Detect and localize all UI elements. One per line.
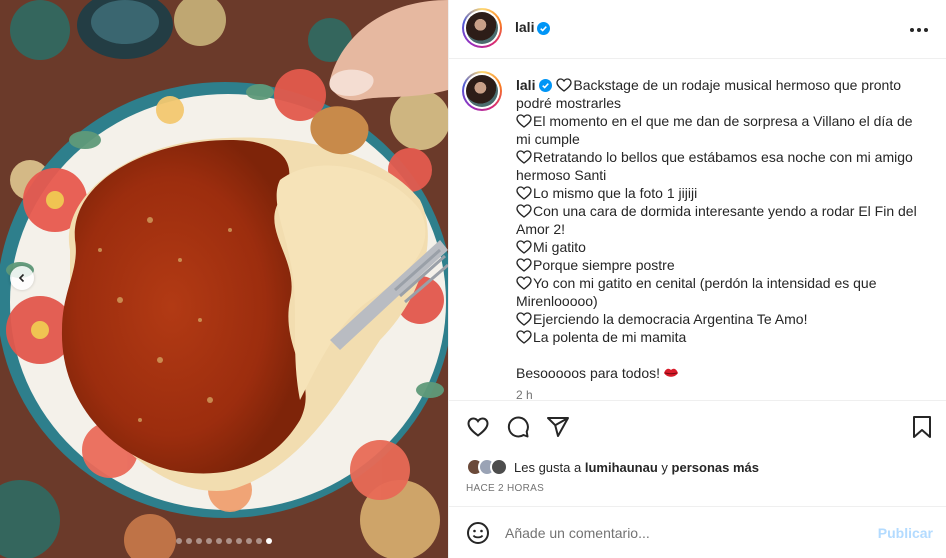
heart-emoji-icon: [556, 78, 573, 92]
caption-area: lali Backstage de un rodaje musical herm…: [449, 59, 946, 399]
first-liker-link[interactable]: lumihaunau: [585, 460, 658, 475]
carousel-dot: [266, 538, 272, 544]
caption-line: Con una cara de dormida interesante yend…: [516, 203, 917, 237]
username[interactable]: lali: [515, 19, 534, 35]
comment-bar: Publicar: [449, 506, 946, 558]
caption-line: La polenta de mi mamita: [516, 328, 926, 346]
post-header: lali: [449, 0, 946, 59]
caption: lali Backstage de un rodaje musical herm…: [516, 76, 926, 399]
likes-summary: Les gusta a lumihaunau y personas más: [466, 456, 759, 478]
carousel-prev-button[interactable]: [10, 266, 34, 290]
carousel-dot: [176, 538, 182, 544]
post-time[interactable]: HACE 2 HORAS: [466, 483, 544, 494]
post-media[interactable]: [0, 0, 448, 558]
share-icon: [547, 417, 569, 437]
caption-line: Backstage de un rodaje musical hermoso q…: [516, 77, 901, 111]
heart-emoji-icon: [516, 258, 532, 272]
heart-emoji-icon: [516, 150, 532, 164]
caption-line: Lo mismo que la foto 1 jijiji: [516, 184, 926, 202]
comment-input[interactable]: [505, 521, 865, 545]
caption-line: Ejerciendo la democracia Argentina Te Am…: [516, 310, 926, 328]
more-options-icon: [910, 28, 928, 32]
caption-line: Mi gatito: [516, 238, 926, 256]
caption-timestamp: 2 h: [516, 388, 533, 399]
likes-text: Les gusta a lumihaunau y personas más: [514, 459, 759, 475]
chevron-left-icon: [18, 273, 25, 283]
emoji-button[interactable]: [466, 521, 490, 545]
action-bar: [449, 400, 946, 452]
heart-emoji-icon: [516, 312, 532, 326]
carousel-dot: [246, 538, 252, 544]
heart-emoji-icon: [516, 204, 532, 218]
share-button[interactable]: [545, 414, 571, 440]
caption-sign-off: Besooooos para todos!: [516, 364, 926, 382]
other-likers-link[interactable]: personas más: [672, 460, 759, 475]
bookmark-icon: [913, 416, 931, 438]
publish-button[interactable]: Publicar: [878, 525, 933, 541]
verified-badge-icon: [539, 79, 553, 92]
carousel-dot: [236, 538, 242, 544]
heart-emoji-icon: [516, 114, 532, 128]
carousel-dot: [226, 538, 232, 544]
caption-avatar[interactable]: [462, 71, 502, 111]
carousel-dot: [206, 538, 212, 544]
save-button[interactable]: [909, 414, 935, 440]
post-panel: lali lali Backstage de un rodaje musical…: [448, 0, 946, 558]
like-button[interactable]: [465, 414, 491, 440]
carousel-indicator: [0, 538, 448, 544]
carousel-dot: [216, 538, 222, 544]
caption-line: Porque siempre postre: [516, 256, 926, 274]
avatar[interactable]: [462, 8, 502, 48]
liker-avatar[interactable]: [490, 458, 508, 476]
comment-icon: [507, 416, 529, 438]
carousel-dot: [186, 538, 192, 544]
lips-emoji-icon: [664, 368, 678, 377]
food-photo: [0, 0, 448, 558]
caption-line: Yo con mi gatito en cenital (perdón la i…: [516, 275, 877, 309]
caption-line: Retratando lo bellos que estábamos esa n…: [516, 149, 913, 183]
caption-username[interactable]: lali: [516, 77, 535, 93]
comment-button[interactable]: [505, 414, 531, 440]
more-options-button[interactable]: [907, 18, 931, 42]
caption-line: El momento en el que me dan de sorpresa …: [516, 113, 913, 147]
heart-emoji-icon: [516, 186, 532, 200]
carousel-dot: [256, 538, 262, 544]
heart-icon: [467, 417, 489, 437]
emoji-icon: [467, 522, 489, 544]
carousel-dot: [196, 538, 202, 544]
heart-emoji-icon: [516, 276, 532, 290]
heart-emoji-icon: [516, 330, 532, 344]
verified-badge-icon: [537, 22, 550, 35]
heart-emoji-icon: [516, 240, 532, 254]
